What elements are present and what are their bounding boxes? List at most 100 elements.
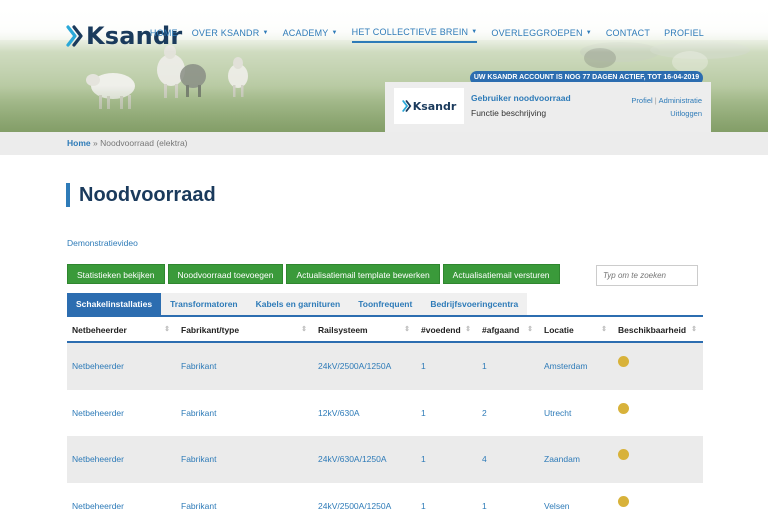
breadcrumb-current: Noodvoorraad (elektra) [100, 138, 188, 148]
nav-academy[interactable]: ACADEMY ▼ [283, 27, 338, 43]
cell-locatie[interactable]: Velsen [539, 483, 613, 512]
cell-beschikbaarheid [613, 343, 703, 390]
table-header: Netbeheerder ⇕ Fabrikant/type ⇕ Railsystee… [67, 318, 703, 343]
edit-mail-template-button[interactable]: Actualisatiemail template bewerken [286, 264, 440, 284]
column-header-beschikbaarheid[interactable]: Beschikbaarheid ⇕ [613, 318, 703, 341]
nav-profiel[interactable]: PROFIEL [664, 27, 704, 43]
table-row[interactable]: Netbeheerder Fabrikant 24kV/2500A/1250A … [67, 483, 703, 512]
tab-transformatoren[interactable]: Transformatoren [161, 293, 247, 315]
nav-label: CONTACT [605, 28, 651, 38]
user-name: Gebruiker noodvoorraad [471, 93, 571, 103]
cell-railsysteem[interactable]: 24kV/630A/1250A [313, 436, 416, 483]
column-header-voedend[interactable]: #voedend ⇕ [416, 318, 477, 341]
breadcrumb-bar: Home » Noodvoorraad (elektra) [0, 132, 768, 155]
table-row[interactable]: Netbeheerder Fabrikant 24kV/630A/1250A 1… [67, 436, 703, 483]
column-label: Locatie [544, 325, 574, 335]
category-tabs: Schakelinstallaties Transformatoren Kabe… [67, 293, 703, 317]
cell-afgaand[interactable]: 4 [477, 436, 539, 483]
nav-overleggroepen[interactable]: OVERLEGGROEPEN ▼ [491, 27, 591, 43]
cell-beschikbaarheid [613, 436, 703, 483]
column-header-railsysteem[interactable]: Railsysteem ⇕ [313, 318, 416, 341]
sort-arrows-icon: ⇕ [164, 326, 170, 333]
hero-banner: Ksandr HOME OVER KSANDR ▼ ACADEMY ▼ HET CO… [0, 0, 768, 132]
cell-afgaand[interactable]: 2 [477, 390, 539, 437]
search-input[interactable] [596, 265, 698, 286]
logout-link[interactable]: Uitloggen [670, 109, 702, 118]
status-dot-icon [618, 356, 629, 367]
profile-link[interactable]: Profiel [631, 96, 652, 105]
ksandr-k-icon [66, 25, 83, 47]
cell-fabrikant[interactable]: Fabrikant [176, 436, 313, 483]
tab-kabels-en-garnituren[interactable]: Kabels en garnituren [246, 293, 350, 315]
status-dot-icon [618, 402, 629, 414]
account-links: Profiel | Administratie Uitloggen [631, 94, 702, 120]
page-title: Noodvoorraad [79, 184, 216, 206]
admin-link[interactable]: Administratie [659, 96, 702, 105]
breadcrumb-home[interactable]: Home [67, 138, 91, 148]
sort-arrows-icon: ⇕ [301, 326, 307, 333]
send-mail-button[interactable]: Actualisatiemail versturen [442, 264, 560, 284]
column-header-afgaand[interactable]: #afgaand ⇕ [477, 318, 539, 341]
main-nav: HOME OVER KSANDR ▼ ACADEMY ▼ HET COLLECTIE… [150, 27, 704, 43]
nav-home[interactable]: HOME [150, 27, 178, 43]
cell-netbeheerder[interactable]: Netbeheerder [67, 343, 176, 390]
breadcrumb-separator: » [93, 138, 98, 148]
caret-down-icon: ▼ [585, 30, 592, 36]
column-header-fabrikant[interactable]: Fabrikant/type ⇕ [176, 318, 313, 341]
breadcrumb: Home » Noodvoorraad (elektra) [67, 138, 188, 148]
column-label: Railsysteem [318, 325, 368, 335]
cell-beschikbaarheid [613, 483, 703, 512]
table-row[interactable]: Netbeheerder Fabrikant 24kV/2500A/1250A … [67, 343, 703, 390]
cell-fabrikant[interactable]: Fabrikant [176, 390, 313, 437]
cell-voedend[interactable]: 1 [416, 343, 477, 390]
title-accent-bar [66, 183, 70, 207]
cell-railsysteem[interactable]: 24kV/2500A/1250A [313, 343, 416, 390]
cell-locatie[interactable]: Utrecht [539, 390, 613, 437]
cell-afgaand[interactable]: 1 [477, 483, 539, 512]
nav-label: PROFIEL [664, 28, 704, 38]
cell-voedend[interactable]: 1 [416, 390, 477, 437]
cell-fabrikant[interactable]: Fabrikant [176, 483, 313, 512]
cell-afgaand[interactable]: 1 [477, 343, 539, 390]
statistics-button[interactable]: Statistieken bekijken [67, 264, 165, 284]
cell-fabrikant[interactable]: Fabrikant [176, 343, 313, 390]
column-label: #voedend [421, 325, 461, 335]
tab-toonfrequent[interactable]: Toonfrequent [349, 293, 422, 315]
cell-netbeheerder[interactable]: Netbeheerder [67, 483, 176, 512]
nav-het-collectieve-brein[interactable]: HET COLLECTIEVE BREIN ▼ [351, 27, 478, 43]
add-stock-button[interactable]: Noodvoorraad toevoegen [167, 264, 284, 284]
column-header-netbeheerder[interactable]: Netbeheerder ⇕ [67, 318, 176, 341]
organisation-logo: Ksandr [394, 88, 464, 124]
cell-locatie[interactable]: Amsterdam [539, 343, 613, 390]
nav-contact[interactable]: CONTACT [606, 27, 650, 43]
tab-bedrijfsvoeringcentra[interactable]: Bedrijfsvoeringcentra [421, 293, 528, 315]
nav-label: HET COLLECTIEVE BREIN [351, 27, 469, 37]
demo-video-link[interactable]: Demonstratievideo [67, 238, 138, 248]
nav-label: OVER KSANDR [191, 28, 260, 38]
cell-beschikbaarheid [613, 390, 703, 437]
sort-arrows-icon: ⇕ [465, 326, 471, 333]
column-label: Fabrikant/type [181, 325, 240, 335]
column-label: #afgaand [482, 325, 520, 335]
sort-arrows-icon: ⇕ [691, 326, 697, 333]
sort-arrows-icon: ⇕ [404, 326, 410, 333]
tab-schakelinstallaties[interactable]: Schakelinstallaties [67, 293, 162, 315]
cell-netbeheerder[interactable]: Netbeheerder [67, 390, 176, 437]
caret-down-icon: ▼ [331, 30, 338, 36]
sort-arrows-icon: ⇕ [527, 326, 533, 333]
cell-voedend[interactable]: 1 [416, 483, 477, 512]
nav-label: HOME [149, 28, 178, 38]
cell-railsysteem[interactable]: 24kV/2500A/1250A [313, 483, 416, 512]
status-dot-icon [618, 495, 629, 507]
cell-locatie[interactable]: Zaandam [539, 436, 613, 483]
column-header-locatie[interactable]: Locatie ⇕ [539, 318, 613, 341]
nav-over-ksandr[interactable]: OVER KSANDR ▼ [192, 27, 269, 43]
table-row[interactable]: Netbeheerder Fabrikant 12kV/630A 1 2 Utr… [67, 390, 703, 437]
status-dot-icon [618, 449, 629, 460]
cell-netbeheerder[interactable]: Netbeheerder [67, 436, 176, 483]
user-card: Ksandr Gebruiker noodvoorraad Functie be… [385, 82, 711, 132]
user-function: Functie beschrijving [471, 108, 547, 118]
cell-voedend[interactable]: 1 [416, 436, 477, 483]
card-logo-text: Ksandr [412, 99, 457, 113]
cell-railsysteem[interactable]: 12kV/630A [313, 390, 416, 437]
